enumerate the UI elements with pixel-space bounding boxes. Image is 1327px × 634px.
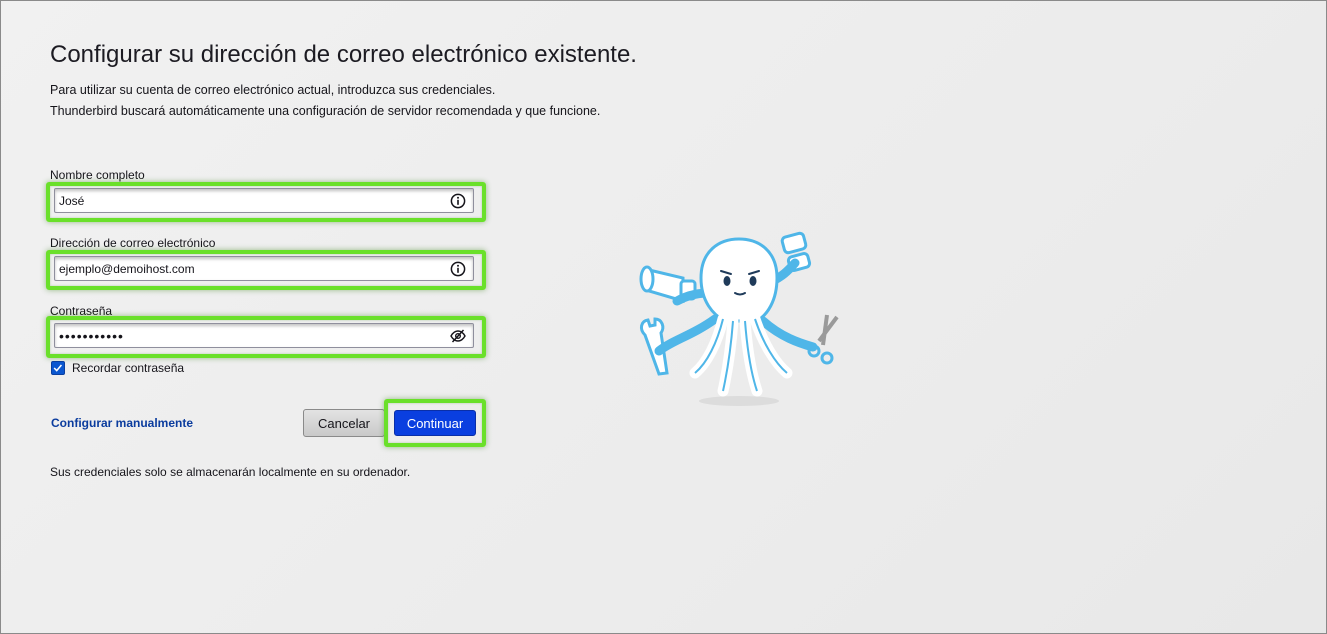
remember-password-checkbox[interactable] <box>51 361 65 375</box>
email-field[interactable] <box>54 256 474 281</box>
configure-manually-link[interactable]: Configurar manualmente <box>51 416 193 430</box>
octopus-mascot-illustration <box>639 231 839 406</box>
remember-password-label[interactable]: Recordar contraseña <box>72 361 184 375</box>
continue-button[interactable]: Continuar <box>394 410 476 436</box>
account-setup-page: Configurar su dirección de correo electr… <box>0 0 1327 634</box>
page-title: Configurar su dirección de correo electr… <box>50 41 637 68</box>
page-description-line-1: Para utilizar su cuenta de correo electr… <box>50 83 496 97</box>
eye-slash-icon[interactable] <box>450 328 466 344</box>
password-input[interactable] <box>59 326 439 346</box>
info-icon[interactable] <box>450 261 466 277</box>
scissors-icon <box>807 314 839 365</box>
info-icon[interactable] <box>450 193 466 209</box>
email-input[interactable] <box>59 259 439 279</box>
full-name-label: Nombre completo <box>50 168 145 182</box>
checkmark-icon <box>53 364 63 372</box>
full-name-field[interactable] <box>54 188 474 213</box>
credentials-note: Sus credenciales solo se almacenarán loc… <box>50 465 411 479</box>
full-name-input[interactable] <box>59 191 439 211</box>
email-label: Dirección de correo electrónico <box>50 236 216 250</box>
password-field[interactable] <box>54 323 474 348</box>
cancel-button[interactable]: Cancelar <box>303 409 385 437</box>
page-description-line-2: Thunderbird buscará automáticamente una … <box>50 104 601 118</box>
